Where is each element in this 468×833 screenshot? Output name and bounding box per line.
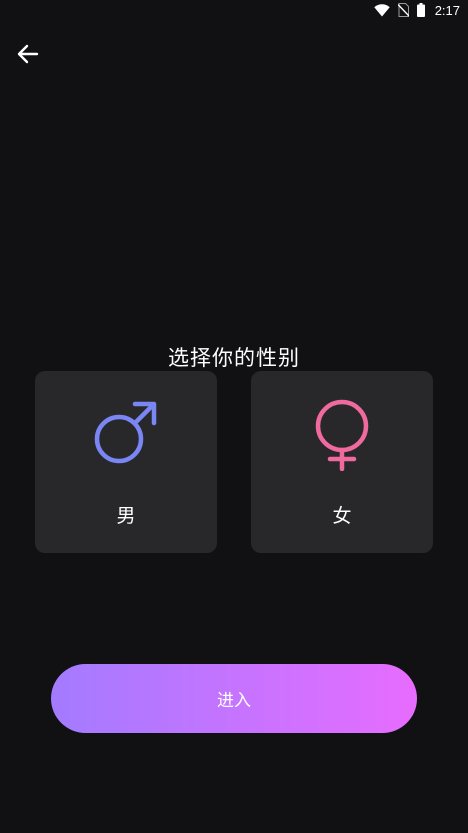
- page-title: 选择你的性别: [168, 346, 300, 370]
- back-button[interactable]: [12, 40, 44, 72]
- male-symbol-icon: [93, 399, 159, 469]
- battery-icon: [416, 3, 425, 17]
- female-option-label: 女: [332, 505, 352, 527]
- arrow-left-icon: [17, 44, 39, 68]
- status-bar: 2:17: [0, 0, 468, 20]
- enter-button[interactable]: 进入: [51, 664, 417, 733]
- female-option-card[interactable]: 女: [251, 371, 433, 553]
- female-symbol-icon: [312, 399, 372, 475]
- no-sim-icon: [397, 3, 409, 17]
- male-option-label: 男: [116, 505, 136, 527]
- wifi-icon: [373, 3, 390, 17]
- gender-selection-screen: 2:17 选择你的性别 男 女 进入: [0, 0, 468, 833]
- status-time: 2:17: [434, 2, 460, 18]
- male-option-card[interactable]: 男: [35, 371, 217, 553]
